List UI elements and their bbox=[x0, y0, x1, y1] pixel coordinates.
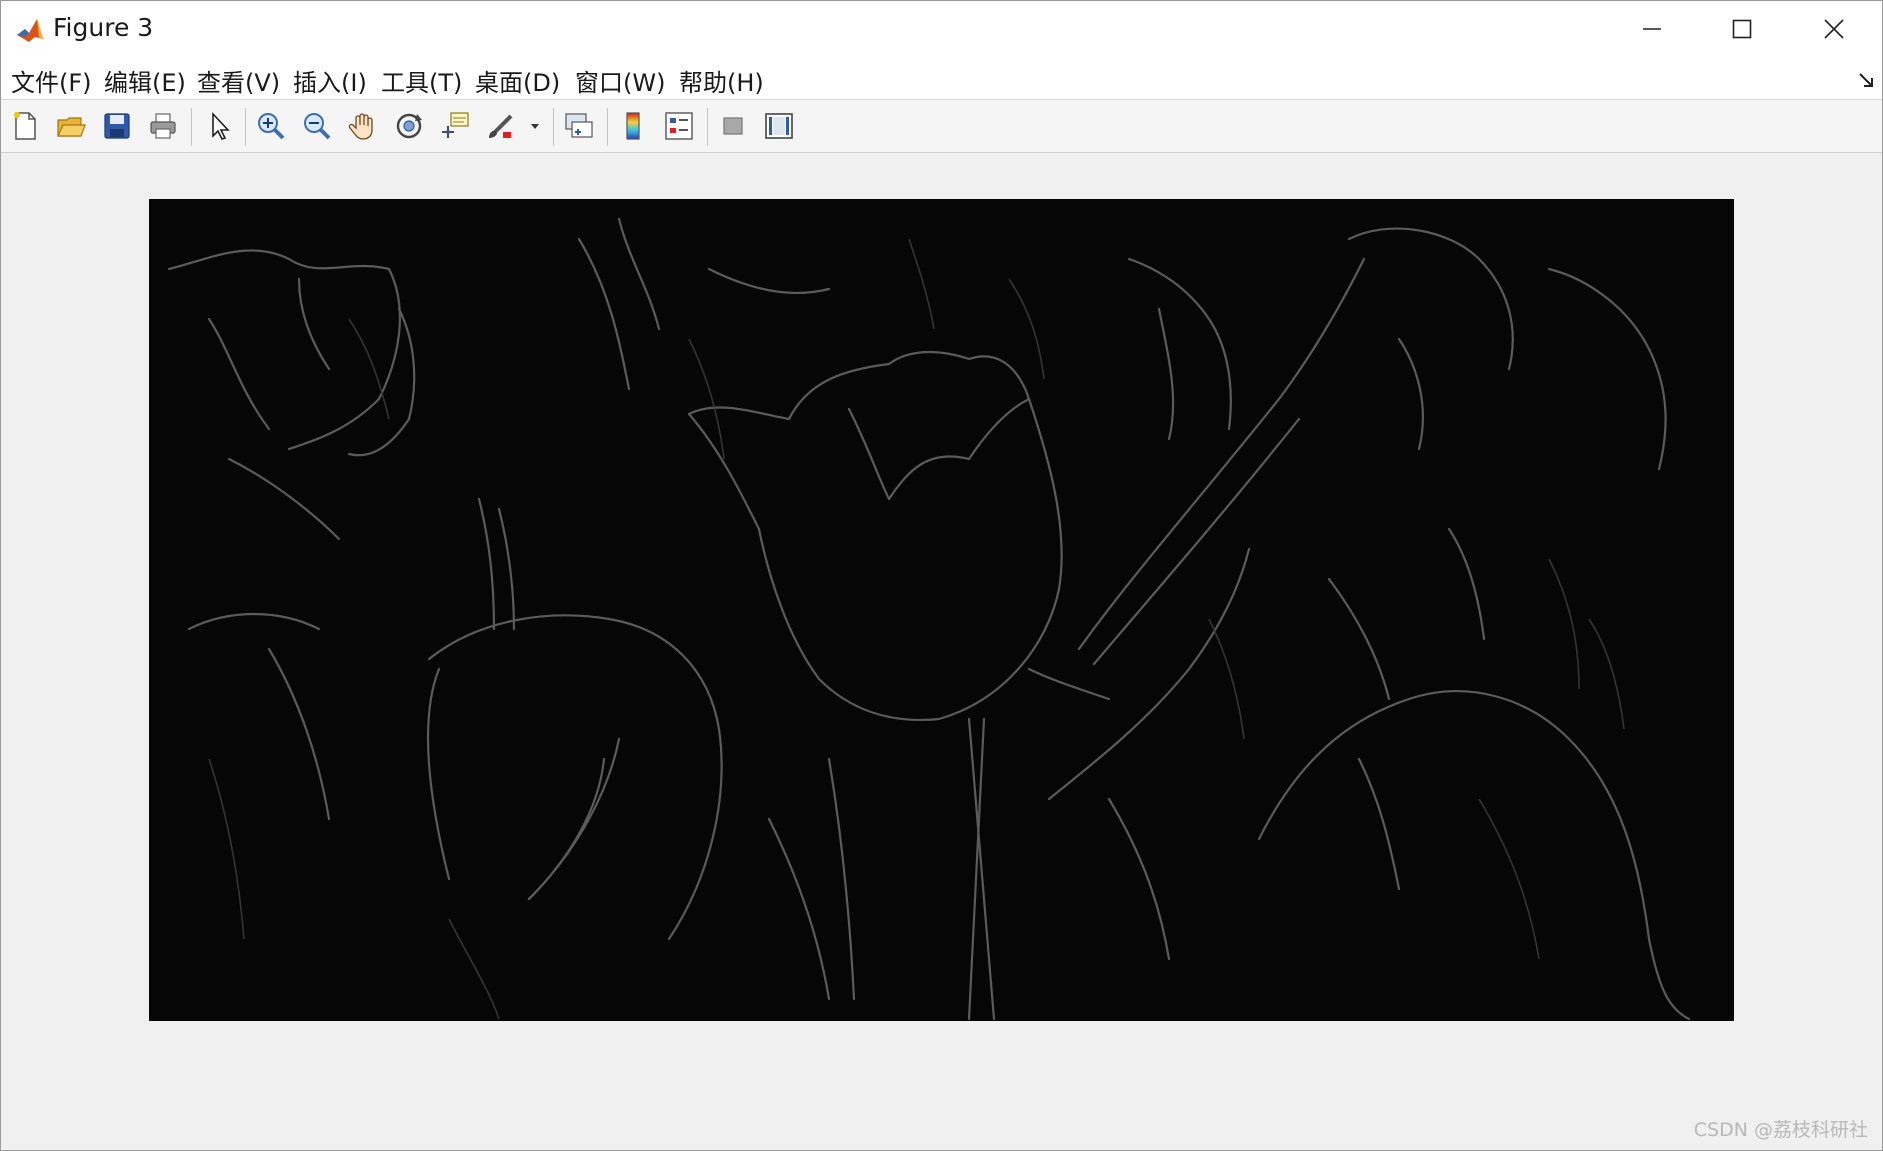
save-button[interactable] bbox=[99, 108, 135, 144]
brush-button[interactable] bbox=[483, 108, 519, 144]
zoom-out-button[interactable] bbox=[299, 108, 335, 144]
toolbar-separator bbox=[707, 108, 708, 146]
close-icon bbox=[1824, 19, 1844, 39]
hide-plot-tools-icon bbox=[723, 117, 743, 135]
tulip-edges-image bbox=[149, 199, 1734, 1021]
print-icon bbox=[150, 113, 176, 139]
open-folder-icon bbox=[57, 117, 86, 137]
watermark-text: CSDN @荔枝科研社 bbox=[1693, 1119, 1868, 1141]
menu-window[interactable]: 窗口(W) bbox=[575, 63, 665, 98]
figure-window: Figure 3 文件(F) 编辑(E) 查看(V) 插入(I) 工具(T) 桌… bbox=[0, 0, 1883, 1151]
zoom-in-button[interactable] bbox=[253, 108, 289, 144]
pan-hand-icon bbox=[348, 113, 373, 140]
maximize-icon bbox=[1732, 19, 1752, 39]
menu-help[interactable]: 帮助(H) bbox=[679, 63, 764, 98]
pointer-icon bbox=[212, 111, 230, 140]
hide-plot-tools-button[interactable] bbox=[715, 108, 751, 144]
link-plot-button[interactable] bbox=[561, 108, 597, 144]
menu-file[interactable]: 文件(F) bbox=[11, 63, 92, 98]
open-file-button[interactable] bbox=[53, 108, 89, 144]
window-title: Figure 3 bbox=[53, 13, 154, 42]
matlab-logo-icon bbox=[15, 15, 45, 45]
link-plot-icon bbox=[565, 113, 593, 138]
edit-plot-button[interactable] bbox=[201, 108, 237, 144]
minimize-icon bbox=[1643, 28, 1661, 30]
menu-desktop[interactable]: 桌面(D) bbox=[475, 63, 560, 98]
menu-insert[interactable]: 插入(I) bbox=[293, 63, 367, 98]
menu-tools[interactable]: 工具(T) bbox=[381, 63, 462, 98]
close-button[interactable] bbox=[1789, 1, 1879, 57]
rotate-3d-button[interactable] bbox=[391, 108, 427, 144]
save-icon bbox=[104, 113, 130, 139]
legend-icon bbox=[665, 112, 693, 140]
figure-canvas[interactable] bbox=[1, 153, 1882, 1150]
figure-toolbar bbox=[1, 100, 1882, 153]
maximize-button[interactable] bbox=[1697, 1, 1787, 57]
toolbar-separator bbox=[191, 108, 192, 146]
title-bar[interactable]: Figure 3 bbox=[1, 1, 1882, 57]
colorbar-icon bbox=[626, 112, 640, 140]
rotate-3d-icon bbox=[396, 113, 422, 139]
insert-legend-button[interactable] bbox=[661, 108, 697, 144]
print-button[interactable] bbox=[145, 108, 181, 144]
dock-arrow-icon[interactable] bbox=[1857, 71, 1877, 91]
pan-button[interactable] bbox=[345, 108, 381, 144]
edge-detected-image[interactable] bbox=[149, 199, 1734, 1021]
zoom-out-icon bbox=[304, 113, 331, 140]
new-figure-icon bbox=[14, 112, 36, 140]
minimize-button[interactable] bbox=[1607, 1, 1697, 57]
data-cursor-button[interactable] bbox=[437, 108, 473, 144]
show-plot-tools-icon bbox=[765, 113, 793, 139]
zoom-in-icon bbox=[258, 113, 285, 140]
menu-edit[interactable]: 编辑(E) bbox=[104, 63, 186, 98]
insert-colorbar-button[interactable] bbox=[615, 108, 651, 144]
data-cursor-icon bbox=[442, 112, 469, 138]
toolbar-separator bbox=[607, 108, 608, 146]
menu-view[interactable]: 查看(V) bbox=[197, 63, 280, 98]
toolbar-separator bbox=[245, 108, 246, 146]
menu-bar: 文件(F) 编辑(E) 查看(V) 插入(I) 工具(T) 桌面(D) 窗口(W… bbox=[1, 57, 1882, 100]
brush-dropdown-button[interactable] bbox=[525, 108, 545, 144]
show-plot-tools-button[interactable] bbox=[761, 108, 797, 144]
chevron-down-icon bbox=[531, 124, 539, 129]
brush-icon bbox=[489, 114, 513, 138]
toolbar-separator bbox=[553, 108, 554, 146]
new-figure-button[interactable] bbox=[7, 108, 43, 144]
